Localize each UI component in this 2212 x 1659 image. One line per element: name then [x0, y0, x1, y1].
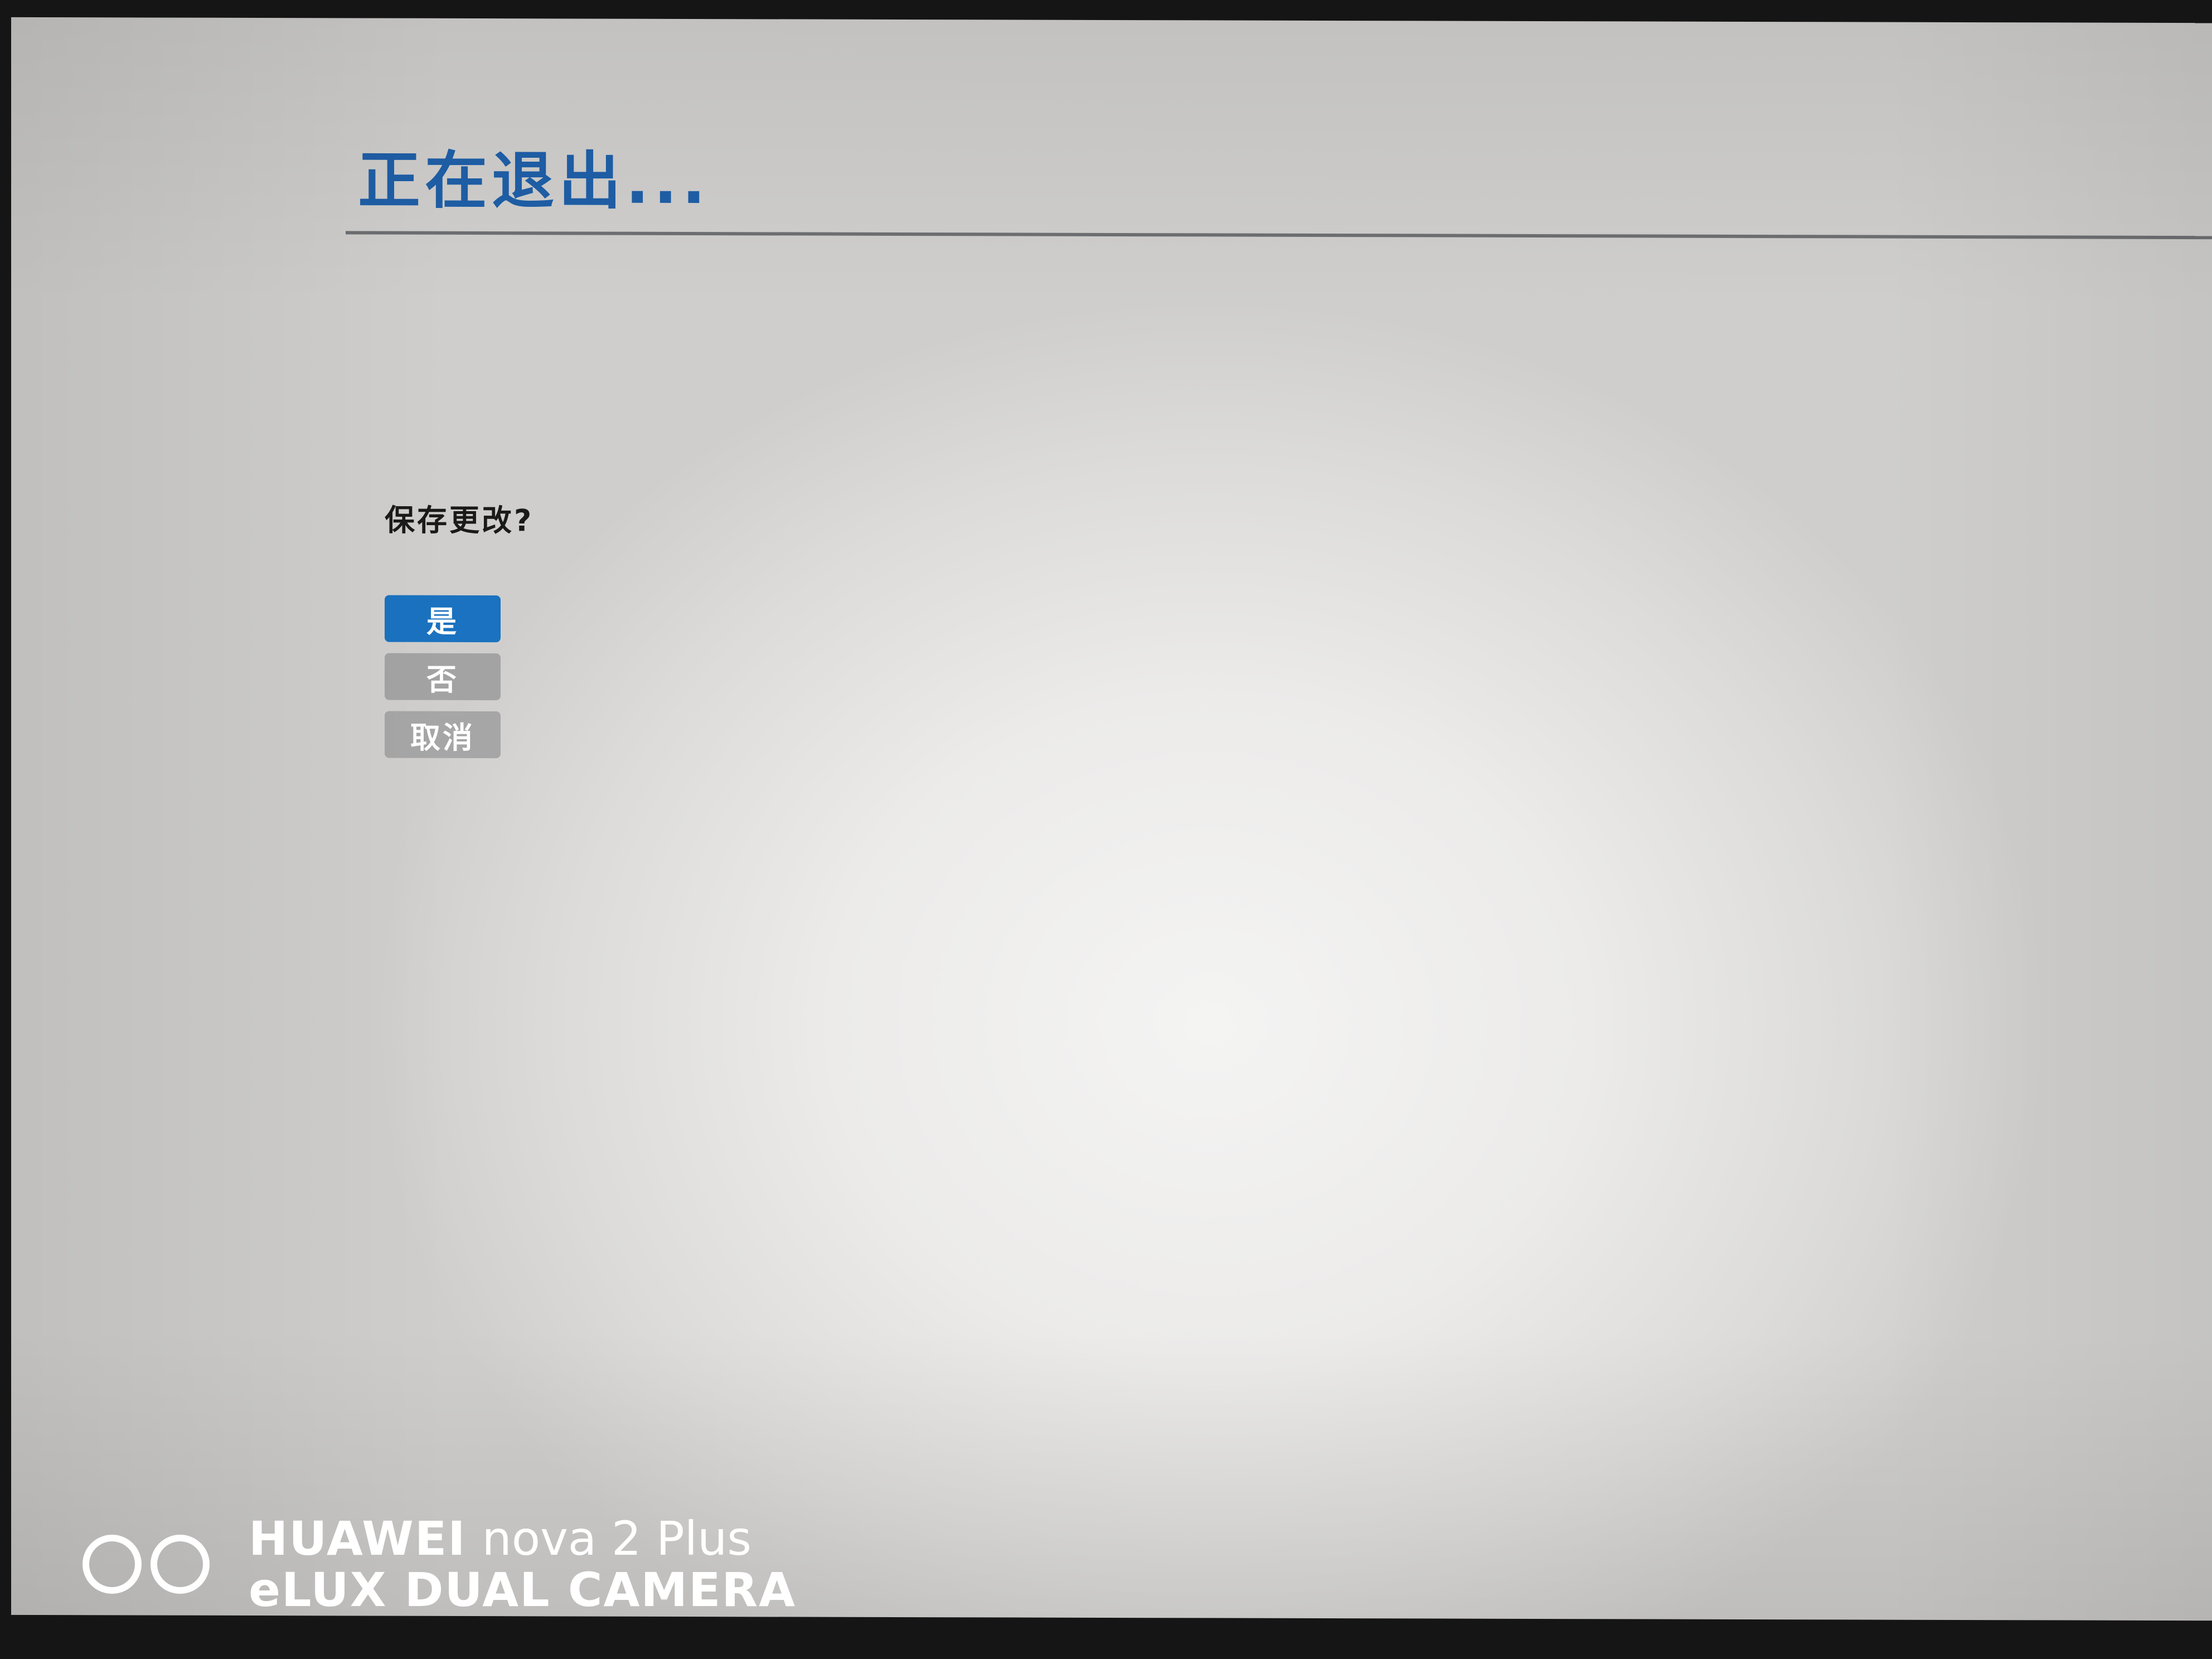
- lens-icon: [83, 1535, 142, 1594]
- dialog-options: 是 否 取消: [385, 595, 533, 759]
- camera-watermark: HUAWEI nova 2 Plus eLUX DUAL CAMERA: [83, 1515, 796, 1613]
- exit-dialog: 保存更改? 是 否 取消: [385, 496, 533, 759]
- page-header: 正在退出...: [346, 144, 2212, 240]
- dual-lens-logo: [83, 1535, 210, 1594]
- watermark-camera-line: eLUX DUAL CAMERA: [249, 1563, 797, 1617]
- cancel-button[interactable]: 取消: [385, 711, 501, 759]
- page-title: 正在退出...: [358, 144, 710, 219]
- title-divider: [346, 231, 2212, 240]
- watermark-brand-line: HUAWEI nova 2 Plus: [249, 1515, 796, 1562]
- watermark-model: nova 2 Plus: [482, 1511, 752, 1566]
- watermark-text: HUAWEI nova 2 Plus eLUX DUAL CAMERA: [249, 1515, 796, 1613]
- lens-icon: [151, 1535, 210, 1594]
- yes-button[interactable]: 是: [385, 595, 501, 643]
- watermark-brand: HUAWEI: [249, 1511, 467, 1566]
- photo-frame: 正在退出... 保存更改? 是 否 取消 HUAWEI nova 2 Plus e…: [0, 0, 2212, 1659]
- save-changes-prompt: 保存更改?: [385, 502, 534, 539]
- no-button[interactable]: 否: [385, 653, 501, 701]
- bios-screen: 正在退出... 保存更改? 是 否 取消: [11, 17, 2212, 1621]
